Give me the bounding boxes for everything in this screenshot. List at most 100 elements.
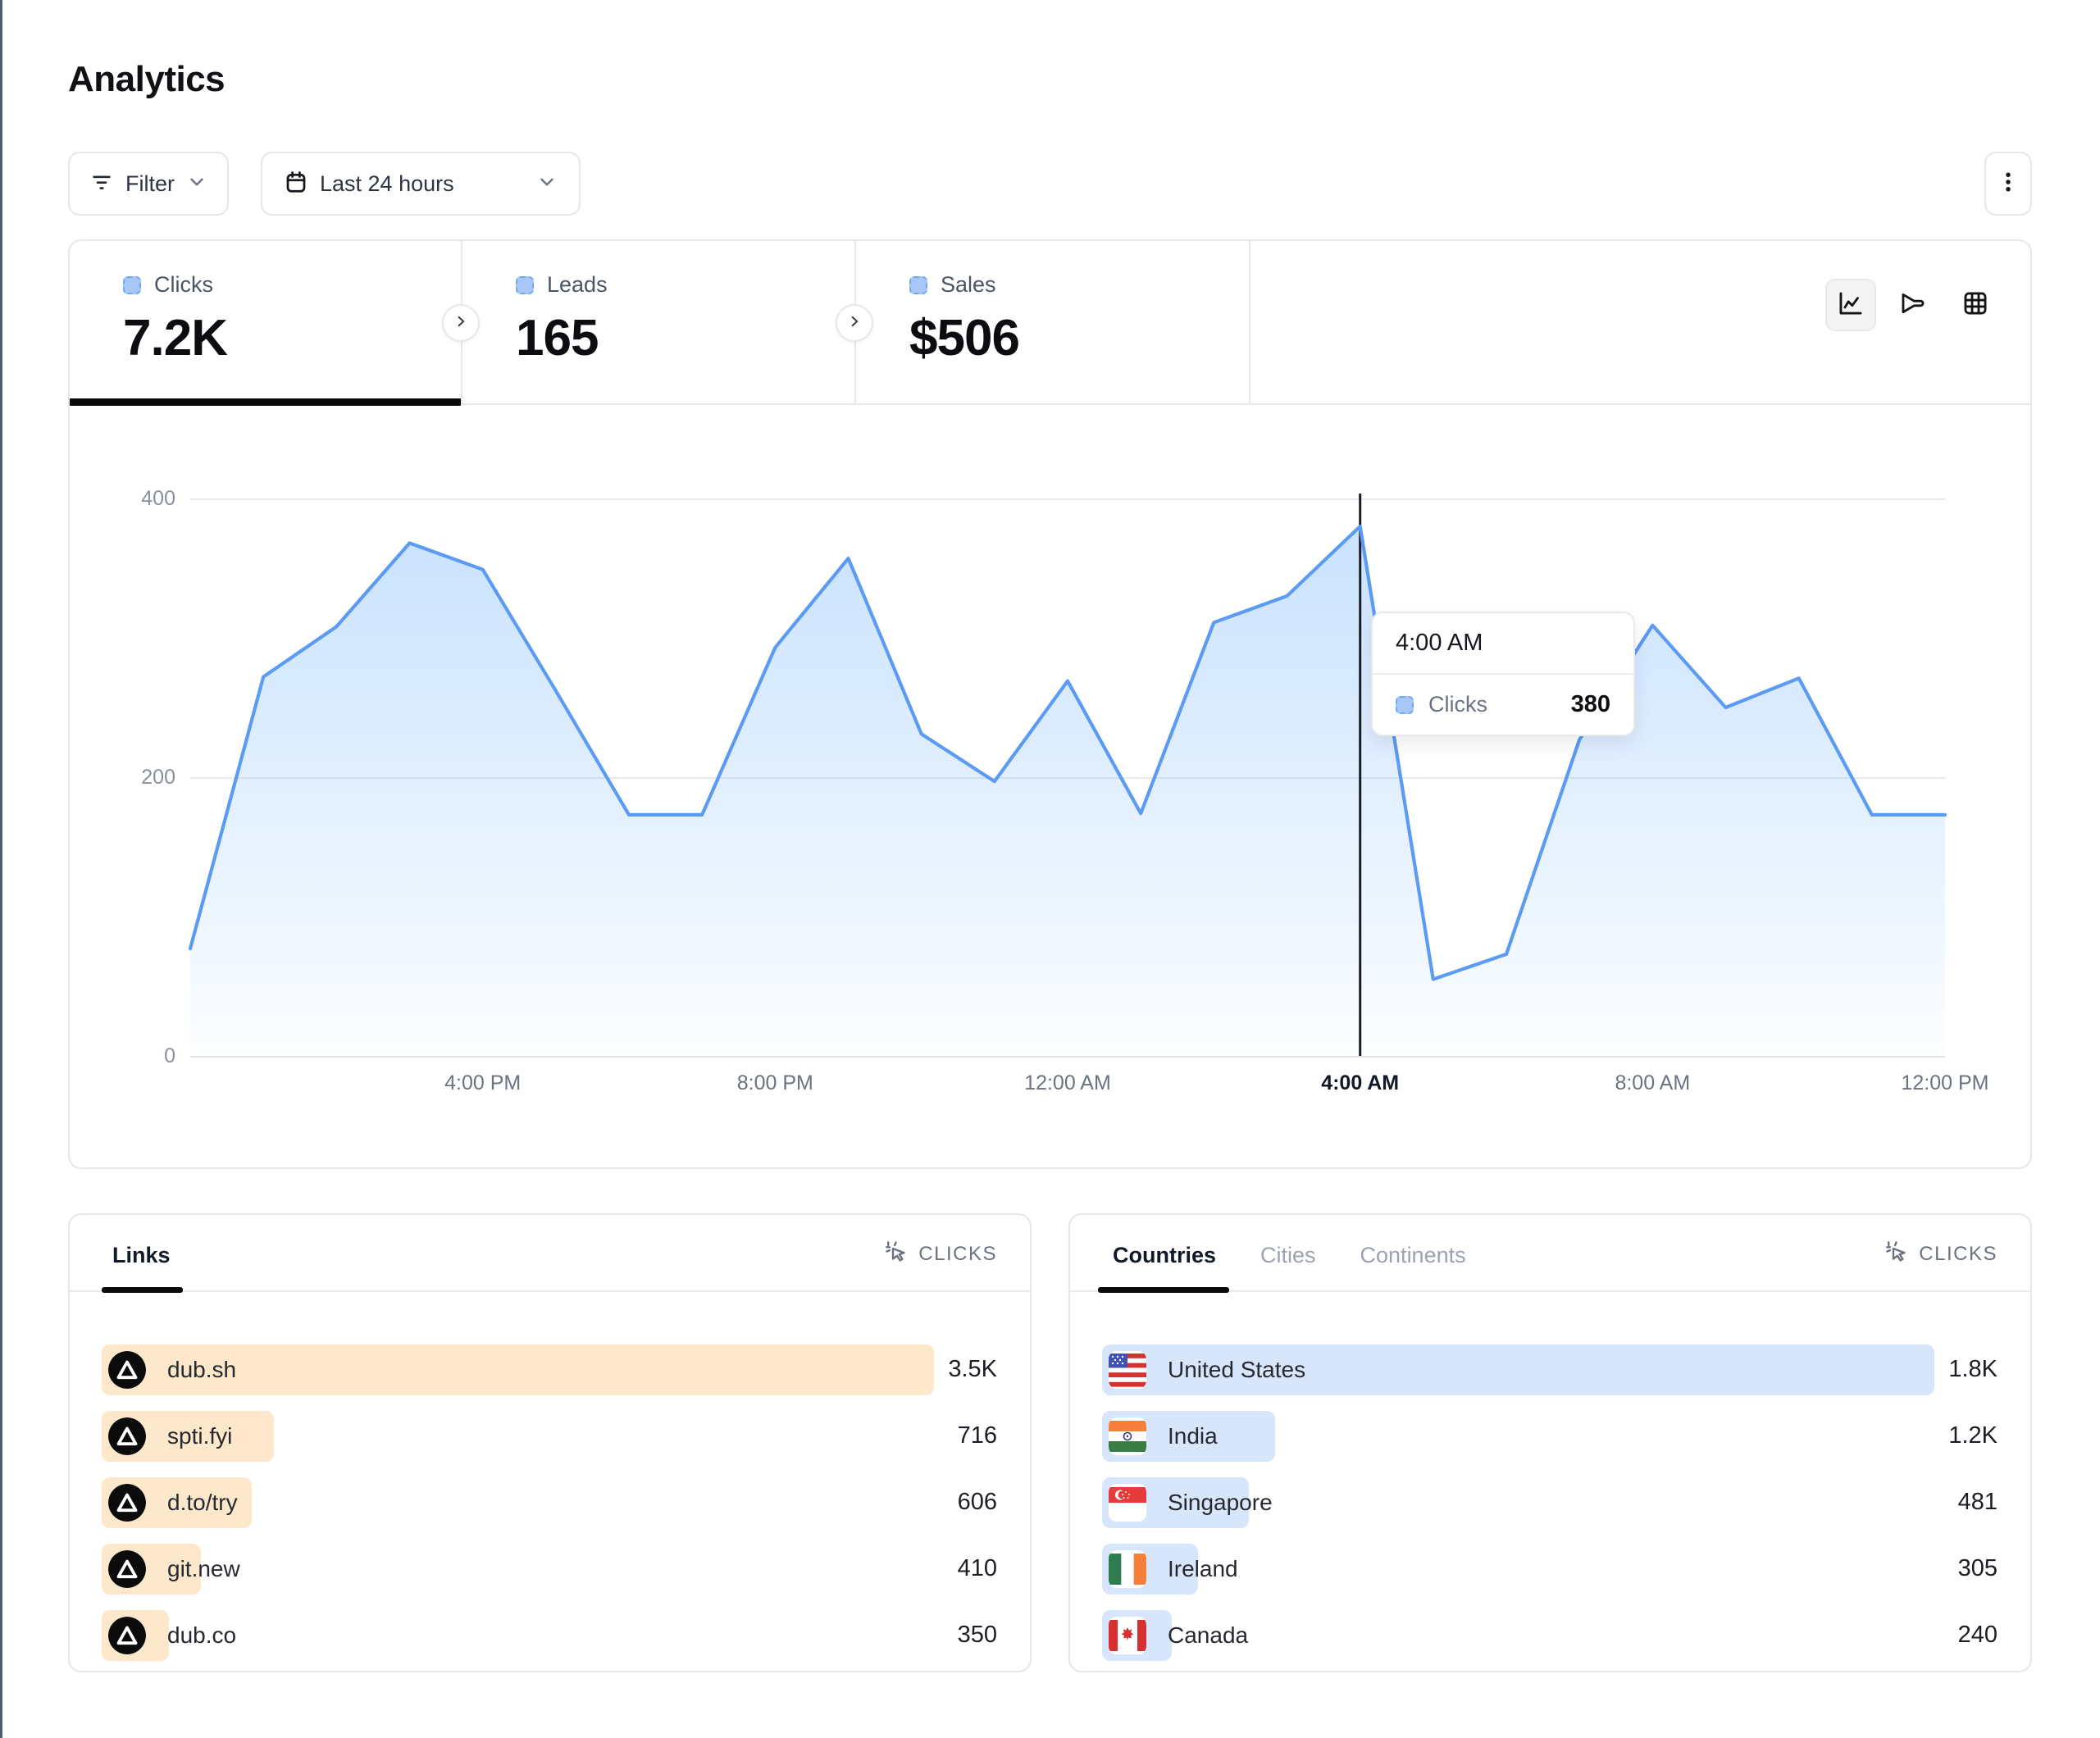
chevron-down-icon [186,171,207,197]
active-tab-underline [70,398,461,406]
y-axis-tick-label: 200 [77,766,175,789]
clicks-area-chart[interactable] [190,490,1945,1058]
metric-label: CLICKS [918,1243,997,1266]
item-label: United States [1168,1357,1305,1383]
in-flag-icon [1109,1417,1146,1455]
item-label: dub.sh [167,1357,236,1383]
tab-leads[interactable]: Leads 165 [462,241,854,405]
dub-logo-icon [108,1484,146,1522]
item-value: 350 [958,1622,997,1649]
stat-label: Sales [941,272,996,298]
kebab-menu-icon [1996,170,2020,198]
ie-flag-icon [1109,1550,1146,1588]
tab-cities[interactable]: Cities [1260,1243,1316,1268]
tab-sales[interactable]: Sales $506 [856,241,1249,405]
ca-flag-icon [1109,1617,1146,1654]
cursor-click-icon [884,1240,909,1268]
us-flag-icon [1109,1351,1146,1389]
tooltip-series-label: Clicks [1428,692,1487,717]
item-value: 305 [1958,1555,1998,1582]
dub-logo-icon [108,1417,146,1455]
item-label: Ireland [1168,1556,1238,1582]
list-item[interactable]: d.to/try606 [102,1477,931,1528]
page-title: Analytics [68,59,225,100]
x-axis-tick-label: 4:00 AM [1295,1071,1426,1095]
x-axis-tick-label: 8:00 PM [709,1071,840,1095]
x-axis-tick-label: 12:00 AM [1002,1071,1133,1095]
stat-value: 165 [516,309,608,367]
countries-panel-header: Countries Cities Continents CLICKS [1070,1215,2030,1292]
chart-view-switcher [1825,279,2001,331]
links-panel: Links CLICKS dub.sh3.5Kspti.fyi716d.to/t… [68,1213,1032,1672]
calendar-icon [284,170,308,198]
grid-table-icon [1961,289,1989,321]
funnel-chart-view-button[interactable] [1888,279,1938,331]
active-tab-underline [102,1287,183,1293]
metric-label: CLICKS [1919,1243,1998,1266]
list-item[interactable]: Singapore481 [1102,1477,1931,1528]
item-value: 606 [958,1489,997,1516]
analytics-chart-panel: Clicks 7.2K Leads 165 [68,239,2032,1169]
analytics-page: Analytics Filter Last 24 hours [0,0,2100,1738]
list-item[interactable]: git.new410 [102,1544,931,1595]
tooltip-value: 380 [1571,691,1610,718]
list-item[interactable]: dub.co350 [102,1610,931,1661]
chevron-right-icon [845,312,863,334]
tab-countries[interactable]: Countries [1113,1243,1216,1268]
metric-selector-clicks[interactable]: CLICKS [1884,1240,1998,1268]
line-chart-view-button[interactable] [1825,279,1876,331]
filter-button[interactable]: Filter [68,152,229,216]
filter-button-label: Filter [125,171,175,197]
tab-divider [1249,241,1250,403]
dub-logo-icon [108,1617,146,1654]
expand-sales-button[interactable] [836,304,873,342]
tab-links[interactable]: Links [112,1243,171,1268]
item-label: Singapore [1168,1490,1273,1516]
item-label: dub.co [167,1622,236,1649]
grid-table-view-button[interactable] [1950,279,2001,331]
item-value: 3.5K [948,1356,997,1383]
item-value: 410 [958,1555,997,1582]
list-item[interactable]: Ireland305 [1102,1544,1931,1595]
funnel-chart-icon [1899,289,1927,321]
tooltip-title: 4:00 AM [1373,613,1633,675]
countries-list: United States1.8K India1.2K Singapore481 Ir… [1102,1344,1931,1661]
cursor-click-icon [1884,1240,1909,1268]
sg-flag-icon [1109,1484,1146,1522]
y-axis-tick-label: 0 [77,1044,175,1068]
list-item[interactable]: spti.fyi716 [102,1411,931,1462]
area-fill [190,526,1945,1056]
list-item[interactable]: United States1.8K [1102,1344,1931,1395]
metric-selector-clicks[interactable]: CLICKS [884,1240,997,1268]
tab-clicks[interactable]: Clicks 7.2K [70,241,461,405]
countries-panel: Countries Cities Continents CLICKS Unite… [1068,1213,2032,1672]
links-panel-header: Links CLICKS [70,1215,1030,1292]
filter-icon [89,170,114,198]
item-value: 1.2K [1948,1422,1998,1449]
x-axis-tick-label: 12:00 PM [1879,1071,2011,1095]
item-label: Canada [1168,1622,1248,1649]
leads-series-swatch-icon [516,276,534,294]
stat-value: $506 [909,309,1019,367]
chart-tooltip: 4:00 AM Clicks 380 [1371,612,1635,736]
list-item[interactable]: dub.sh3.5K [102,1344,931,1395]
list-item[interactable]: Canada240 [1102,1610,1931,1661]
chevron-down-icon [536,171,558,197]
y-axis-tick-label: 400 [77,487,175,511]
chevron-right-icon [452,312,470,334]
window-edge-strip [0,0,2,1738]
links-list: dub.sh3.5K spti.fyi716 d.to/try606 git.new4… [102,1344,931,1661]
date-range-button[interactable]: Last 24 hours [261,152,581,216]
more-options-button[interactable] [1984,152,2032,216]
active-tab-underline [1098,1287,1229,1293]
tab-continents[interactable]: Continents [1360,1243,1466,1268]
item-value: 481 [1958,1489,1998,1516]
x-axis-tick-label: 8:00 AM [1587,1071,1718,1095]
expand-leads-button[interactable] [442,304,480,342]
list-item[interactable]: India1.2K [1102,1411,1931,1462]
sales-series-swatch-icon [909,276,927,294]
dub-logo-icon [108,1351,146,1389]
item-label: India [1168,1423,1218,1449]
item-value: 240 [1958,1622,1998,1649]
item-value: 716 [958,1422,997,1449]
